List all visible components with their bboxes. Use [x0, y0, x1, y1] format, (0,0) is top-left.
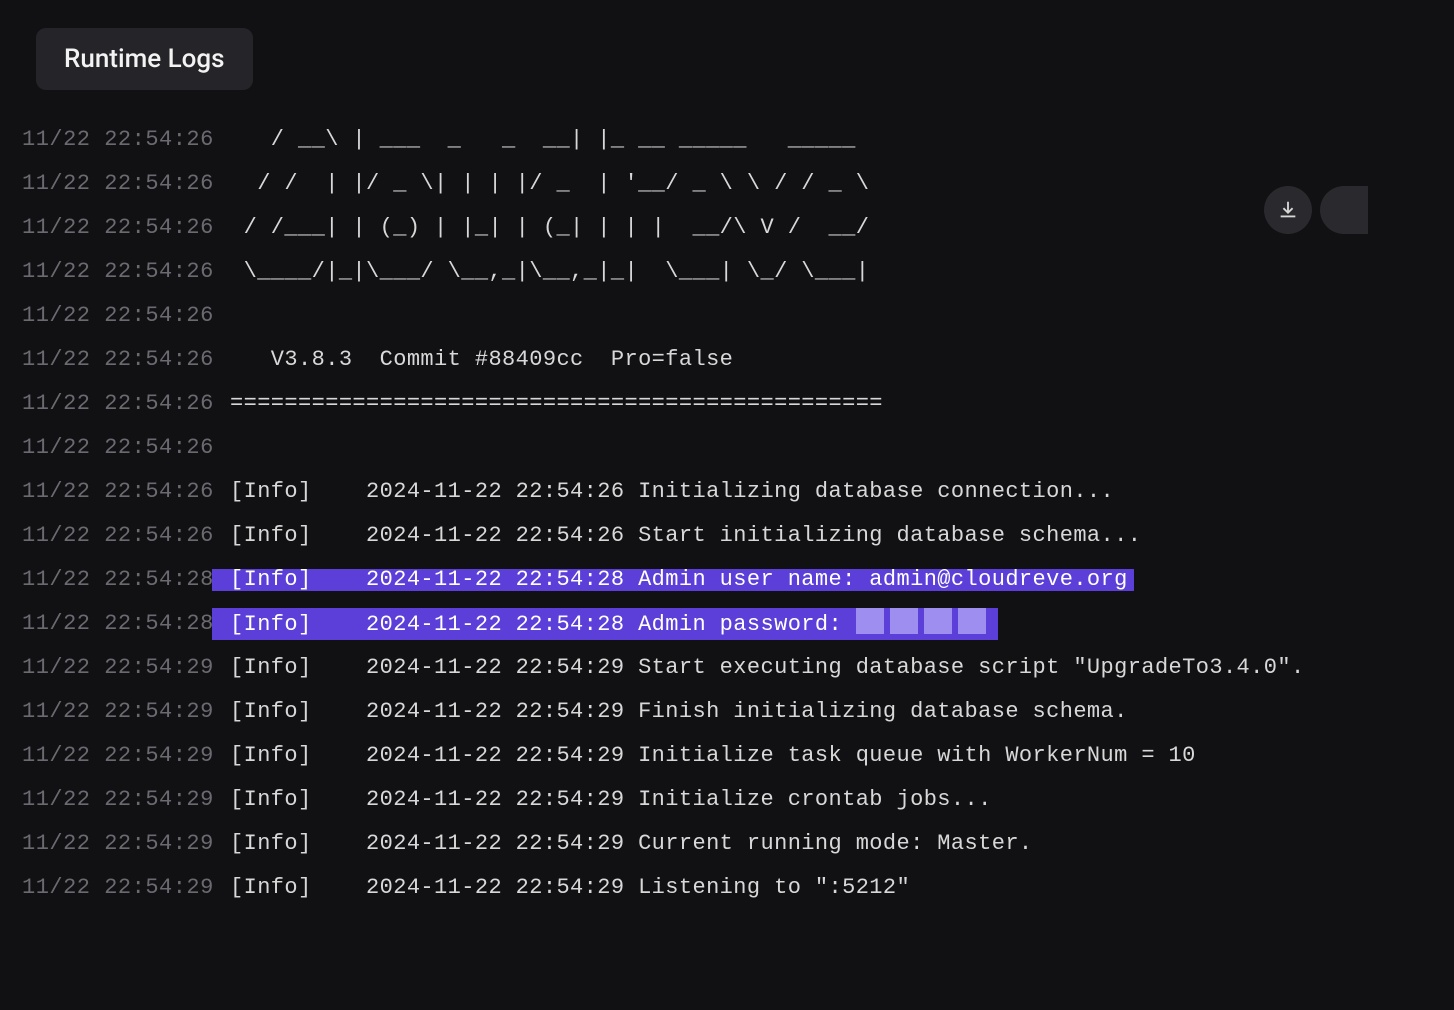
log-timestamp: 11/22 22:54:29	[22, 789, 212, 811]
redacted-password	[856, 608, 992, 640]
log-message: [Info] 2024-11-22 22:54:29 Listening to …	[212, 877, 910, 899]
log-line: 11/22 22:54:26	[22, 294, 1454, 338]
log-timestamp: 11/22 22:54:29	[22, 877, 212, 899]
log-message: [Info] 2024-11-22 22:54:29 Finish initia…	[212, 701, 1128, 723]
download-button[interactable]	[1264, 186, 1312, 234]
log-message: [Info] 2024-11-22 22:54:28 Admin passwor…	[212, 608, 998, 640]
log-line: 11/22 22:54:29[Info] 2024-11-22 22:54:29…	[22, 822, 1454, 866]
log-timestamp: 11/22 22:54:26	[22, 261, 212, 283]
log-message: / / | |/ _ \| | | |/ _ | '__/ _ \ \ / / …	[212, 173, 869, 195]
log-timestamp: 11/22 22:54:26	[22, 481, 212, 503]
log-line: 11/22 22:54:26 / / | |/ _ \| | | |/ _ | …	[22, 162, 1454, 206]
log-timestamp: 11/22 22:54:28	[22, 613, 212, 635]
log-line: 11/22 22:54:26 V3.8.3 Commit #88409cc Pr…	[22, 338, 1454, 382]
log-message: \____/|_|\___/ \__,_|\__,_|_| \___| \_/ …	[212, 261, 869, 283]
log-timestamp: 11/22 22:54:26	[22, 393, 212, 415]
download-icon	[1277, 199, 1299, 221]
log-timestamp: 11/22 22:54:29	[22, 745, 212, 767]
log-message: / /___| | (_) | |_| | (_| | | | __/\ V /…	[212, 217, 869, 239]
log-line: 11/22 22:54:28[Info] 2024-11-22 22:54:28…	[22, 558, 1454, 602]
log-output: 11/22 22:54:26 / __\ | ___ _ _ __| |_ __…	[0, 90, 1454, 910]
log-message: [Info] 2024-11-22 22:54:29 Current runni…	[212, 833, 1033, 855]
secondary-action-button[interactable]	[1320, 186, 1368, 234]
log-line: 11/22 22:54:26	[22, 426, 1454, 470]
log-message: [Info] 2024-11-22 22:54:26 Start initial…	[212, 525, 1141, 547]
log-message: / __\ | ___ _ _ __| |_ __ _____ _____	[212, 129, 856, 151]
log-timestamp: 11/22 22:54:26	[22, 173, 212, 195]
log-line: 11/22 22:54:26[Info] 2024-11-22 22:54:26…	[22, 514, 1454, 558]
log-timestamp: 11/22 22:54:26	[22, 129, 212, 151]
log-message: [Info] 2024-11-22 22:54:29 Initialize ta…	[212, 745, 1196, 767]
log-timestamp: 11/22 22:54:26	[22, 349, 212, 371]
log-line: 11/22 22:54:26 / __\ | ___ _ _ __| |_ __…	[22, 118, 1454, 162]
tab-bar: Runtime Logs	[0, 0, 1454, 90]
log-message: [Info] 2024-11-22 22:54:29 Start executi…	[212, 657, 1305, 679]
log-line: 11/22 22:54:29[Info] 2024-11-22 22:54:29…	[22, 646, 1454, 690]
log-message: ========================================…	[212, 393, 883, 415]
log-timestamp: 11/22 22:54:29	[22, 701, 212, 723]
log-line: 11/22 22:54:29[Info] 2024-11-22 22:54:29…	[22, 778, 1454, 822]
log-message: V3.8.3 Commit #88409cc Pro=false	[212, 349, 733, 371]
log-message: [Info] 2024-11-22 22:54:28 Admin user na…	[212, 569, 1134, 591]
log-timestamp: 11/22 22:54:29	[22, 833, 212, 855]
log-timestamp: 11/22 22:54:26	[22, 305, 212, 327]
log-line: 11/22 22:54:29[Info] 2024-11-22 22:54:29…	[22, 734, 1454, 778]
log-timestamp: 11/22 22:54:28	[22, 569, 212, 591]
log-line: 11/22 22:54:26 \____/|_|\___/ \__,_|\__,…	[22, 250, 1454, 294]
log-line: 11/22 22:54:26[Info] 2024-11-22 22:54:26…	[22, 470, 1454, 514]
tab-runtime-logs[interactable]: Runtime Logs	[36, 28, 253, 90]
log-line: 11/22 22:54:26==========================…	[22, 382, 1454, 426]
log-line: 11/22 22:54:28[Info] 2024-11-22 22:54:28…	[22, 602, 1454, 646]
log-line: 11/22 22:54:29[Info] 2024-11-22 22:54:29…	[22, 866, 1454, 910]
log-timestamp: 11/22 22:54:26	[22, 525, 212, 547]
log-message: [Info] 2024-11-22 22:54:29 Initialize cr…	[212, 789, 992, 811]
log-line: 11/22 22:54:26 / /___| | (_) | |_| | (_|…	[22, 206, 1454, 250]
log-timestamp: 11/22 22:54:26	[22, 217, 212, 239]
log-message: [Info] 2024-11-22 22:54:26 Initializing …	[212, 481, 1114, 503]
log-timestamp: 11/22 22:54:29	[22, 657, 212, 679]
log-timestamp: 11/22 22:54:26	[22, 437, 212, 459]
log-line: 11/22 22:54:29[Info] 2024-11-22 22:54:29…	[22, 690, 1454, 734]
